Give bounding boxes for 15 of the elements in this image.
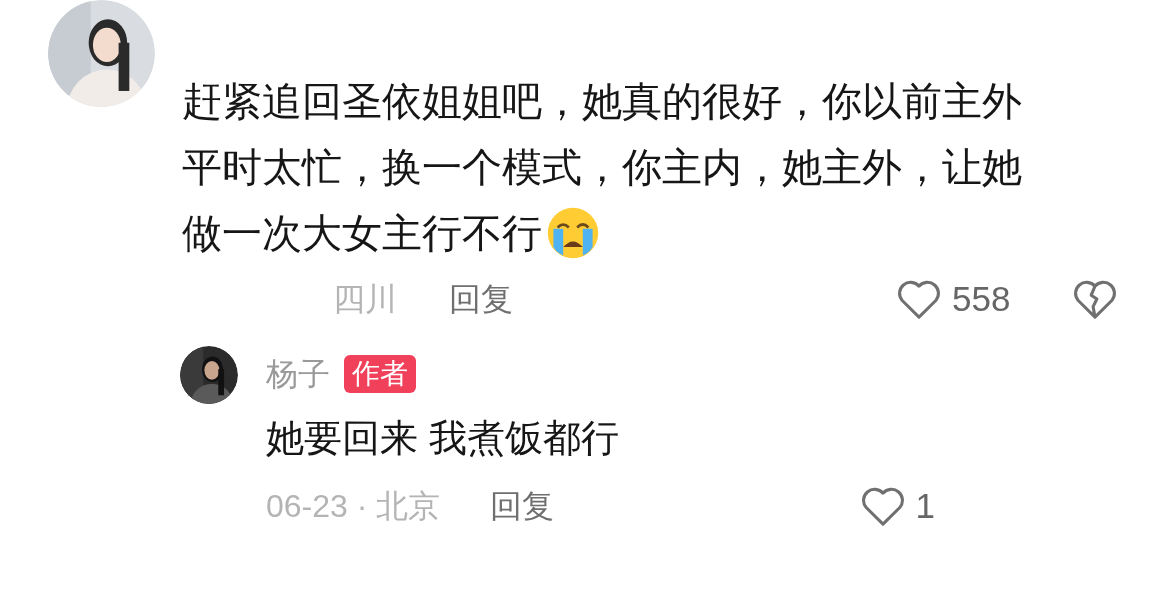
reply-button[interactable]: 回复 (490, 482, 555, 530)
date-location-text: 06-23 · 北京 (266, 487, 441, 526)
broken-heart-icon[interactable] (1072, 278, 1118, 320)
author-badge: 作者 (344, 355, 416, 393)
author-name[interactable]: 杨子 (266, 350, 330, 398)
like-count: 1 (915, 484, 935, 527)
comment-text: 赶紧追回圣依姐姐吧，她真的很好，你以前主外 (182, 78, 1022, 125)
like-icon[interactable] (896, 278, 942, 320)
like-icon[interactable] (859, 485, 906, 527)
reply-button[interactable]: 回复 (449, 275, 513, 323)
comment-text: 平时太忙，换一个模式，你主内，她主外，让她 (182, 144, 1022, 191)
reply-text: 她要回来 我煮饭都行 (266, 416, 620, 461)
location-text: 四川 (333, 280, 397, 319)
like-count: 558 (952, 277, 1012, 320)
comment-text: 做一次大女主行不行 (182, 210, 542, 257)
